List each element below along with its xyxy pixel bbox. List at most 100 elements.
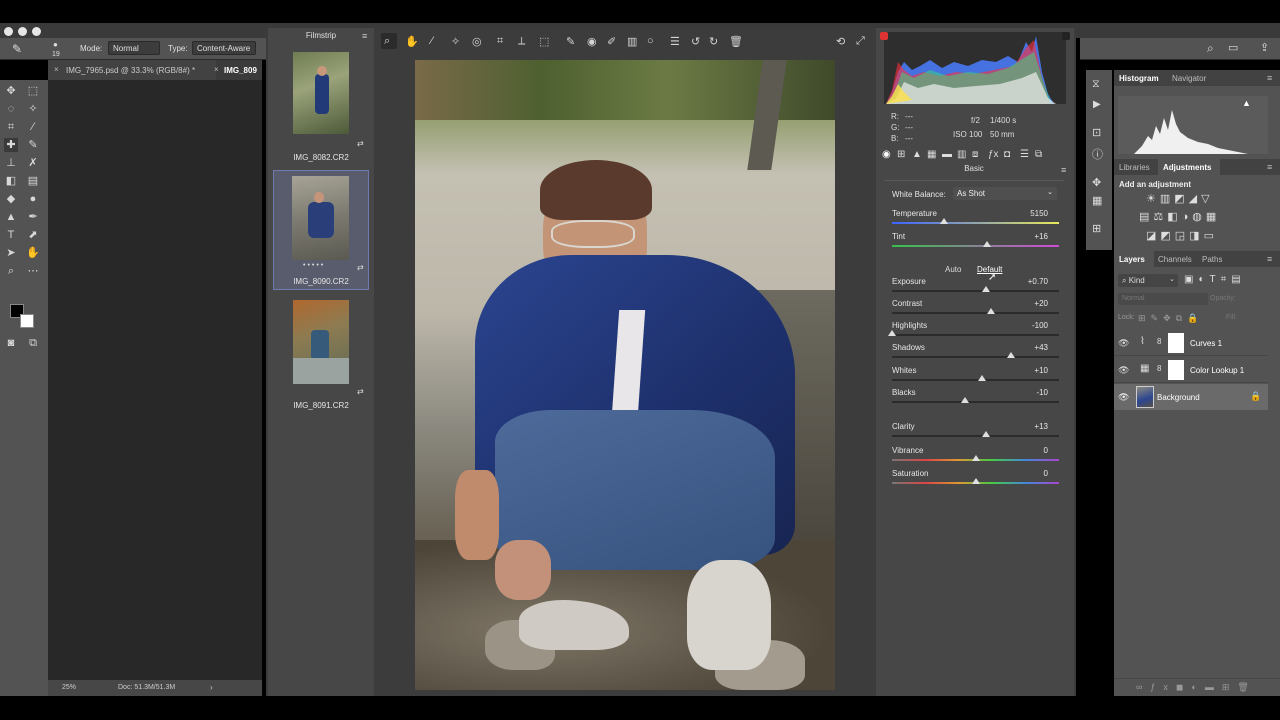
layer-thumbnail[interactable] [1136,386,1154,408]
filmstrip-menu-icon[interactable]: ≡ [362,31,367,41]
visibility-eye-icon[interactable]: 👁 [1118,338,1129,349]
slider-track[interactable] [892,356,1059,358]
layer-filter-select[interactable]: ⌕ Kind ⌄ [1118,274,1178,287]
slider-value[interactable]: +20 [1010,299,1048,308]
close-window-button[interactable] [4,27,13,36]
minimize-window-button[interactable] [18,27,27,36]
white-balance-tool-icon[interactable]: ⁄ [431,35,433,47]
adjustment-icons-row1[interactable]: ☀▥◩◢▽ [1146,192,1214,205]
close-tab-icon[interactable]: × [214,65,219,74]
share-icon[interactable]: ⇪ [1260,41,1269,54]
hsl-tab-icon[interactable]: ▦ [927,149,936,160]
hand-tool-icon[interactable]: ✋ [26,246,40,260]
visibility-eye-icon[interactable]: 👁 [1118,365,1129,376]
adjustment-brush-icon[interactable]: ✐ [607,35,616,48]
tab-libraries[interactable]: Libraries [1119,163,1150,172]
tab-channels[interactable]: Channels [1158,255,1192,264]
panel-menu-icon[interactable]: ≡ [1061,165,1066,175]
layer-name[interactable]: Color Lookup 1 [1190,366,1244,375]
marquee-tool-icon[interactable]: ⬚ [26,84,40,98]
brush-tool-icon[interactable]: ✎ [26,138,40,152]
layer-name[interactable]: Curves 1 [1190,339,1222,348]
pen-add-icon[interactable]: ✒ [26,210,40,224]
slider-value[interactable]: +43 [1010,343,1048,352]
background-color-swatch[interactable] [20,314,34,328]
slider-thumb[interactable] [888,330,896,336]
crop-tool-icon[interactable]: ⌗ [497,35,503,48]
crop-tool-icon[interactable]: ⌗ [4,120,18,134]
blend-mode-select[interactable]: Normal [1118,293,1208,305]
slider-thumb[interactable] [971,455,980,461]
spot-removal-icon[interactable]: ✎ [566,35,575,48]
transform-tab-icon[interactable]: ⧈ [972,149,978,160]
layer-filter-icons[interactable]: ▣◐T⌗▤ [1184,274,1246,285]
auto-button[interactable]: Auto [945,265,961,274]
targeted-adjust-icon[interactable]: ◎ [472,35,482,48]
adjustment-icons-row3[interactable]: ◪◩◲◨▭ [1146,229,1218,242]
link-icon[interactable]: 8 [1157,337,1161,346]
swatches-icon[interactable]: ▦ [1092,194,1102,207]
radial-filter-icon[interactable]: ○ [647,35,654,47]
split-toning-tab-icon[interactable]: ▬ [942,149,952,160]
info-icon[interactable]: ⓘ [1092,146,1103,162]
direct-select-icon[interactable]: ➤ [4,246,18,260]
lasso-tool-icon[interactable]: ◌ [4,102,18,116]
brush-preset-icon[interactable]: ● [53,40,58,49]
brush-settings-icon[interactable]: ✥ [1092,176,1101,189]
toggle-preview-icon[interactable]: ⟲ [836,35,845,48]
eyedropper-tool-icon[interactable]: ⁄ [26,120,40,134]
layer-mask-thumbnail[interactable] [1168,333,1184,353]
transform-tool-icon[interactable]: ⬚ [539,35,549,48]
lens-tab-icon[interactable]: ▥ [957,149,966,160]
slider-thumb[interactable] [971,478,980,484]
move-tool-icon[interactable]: ✥ [4,84,18,98]
slider-value[interactable]: +0.70 [1010,277,1048,286]
white-balance-select[interactable]: As Shot ⌄ [953,187,1057,200]
layer-row-selected[interactable]: 👁 Background 🔒 [1114,384,1268,410]
link-icon[interactable]: 8 [1157,364,1161,373]
slider-value[interactable]: +10 [1010,366,1048,375]
eraser-tool-icon[interactable]: ◧ [4,174,18,188]
doc-tab-label[interactable]: IMG_809 [224,66,257,75]
tab-adjustments[interactable]: Adjustments [1163,163,1211,172]
history-icon[interactable]: ⧖ [1092,78,1100,91]
detail-tab-icon[interactable]: ▲ [912,149,922,160]
quick-select-tool-icon[interactable]: ✧ [26,102,40,116]
slider-thumb[interactable] [1006,352,1015,358]
highlight-clipping-icon[interactable] [1062,32,1070,40]
workspace-icon[interactable]: ▭ [1228,41,1238,54]
slider-value[interactable]: 0 [1010,446,1048,455]
rotate-right-icon[interactable]: ↻ [709,35,718,48]
preferences-icon[interactable]: ☰ [670,35,680,48]
slider-thumb[interactable] [983,241,992,247]
slider-value[interactable]: -10 [1010,388,1048,397]
more-tools-icon[interactable]: ⋯ [26,264,40,278]
type-tool-icon[interactable]: T [4,228,18,242]
blur-tool-icon[interactable]: ◆ [4,192,18,206]
slider-track[interactable] [892,222,1059,224]
tab-navigator[interactable]: Navigator [1172,74,1206,83]
search-icon[interactable]: ⌕ [1207,41,1214,56]
rating-dots[interactable]: ••••• [303,262,325,269]
tab-histogram[interactable]: Histogram [1119,74,1159,83]
mode-select[interactable]: Normal [108,41,160,55]
slider-thumb[interactable] [961,397,970,403]
properties-icon[interactable]: ⊡ [1092,126,1101,139]
slider-value[interactable]: -100 [1010,321,1048,330]
history-brush-icon[interactable]: ✗ [26,156,40,170]
layer-row[interactable]: 👁 ⌇ 8 Curves 1 [1114,330,1268,356]
layer-name[interactable]: Background [1157,393,1200,402]
hand-tool-icon[interactable]: ✋ [405,35,419,48]
layer-actions-icons[interactable]: ∞ƒx◼◐▬⊞🗑 [1136,682,1257,693]
slider-thumb[interactable] [939,218,948,224]
stamp-tool-icon[interactable]: ⊥ [4,156,18,170]
filmstrip-thumbnail[interactable] [293,300,349,384]
slider-track[interactable] [892,290,1059,292]
close-tab-icon[interactable]: × [54,65,59,74]
visibility-eye-icon[interactable]: 👁 [1118,392,1129,403]
slider-thumb[interactable] [981,286,990,292]
panel-menu-icon[interactable]: ≡ [1267,73,1272,83]
fullscreen-icon[interactable]: ⤢ [856,35,865,48]
slider-track[interactable] [892,379,1059,381]
zoom-window-button[interactable] [32,27,41,36]
